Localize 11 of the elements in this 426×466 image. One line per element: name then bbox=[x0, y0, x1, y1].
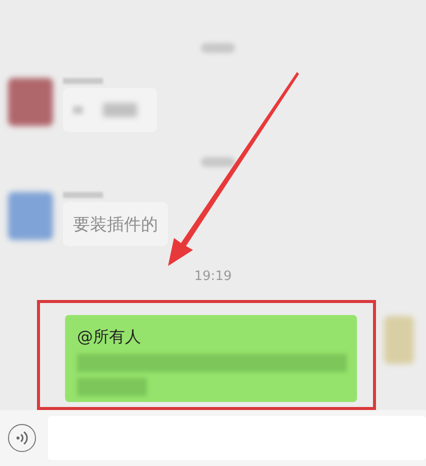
blurred-timestamp bbox=[201, 157, 235, 167]
message-bubble: 要装插件的 bbox=[63, 202, 168, 246]
avatar[interactable] bbox=[8, 78, 53, 126]
blurred-sender-name bbox=[63, 78, 103, 84]
voice-icon[interactable] bbox=[8, 424, 36, 452]
blurred-sender-name bbox=[63, 192, 103, 198]
avatar[interactable] bbox=[8, 192, 53, 240]
blurred-timestamp bbox=[201, 43, 235, 53]
timestamp: 19:19 bbox=[194, 268, 232, 284]
avatar[interactable] bbox=[384, 316, 414, 364]
message-bubble: @所有人 bbox=[65, 315, 357, 402]
